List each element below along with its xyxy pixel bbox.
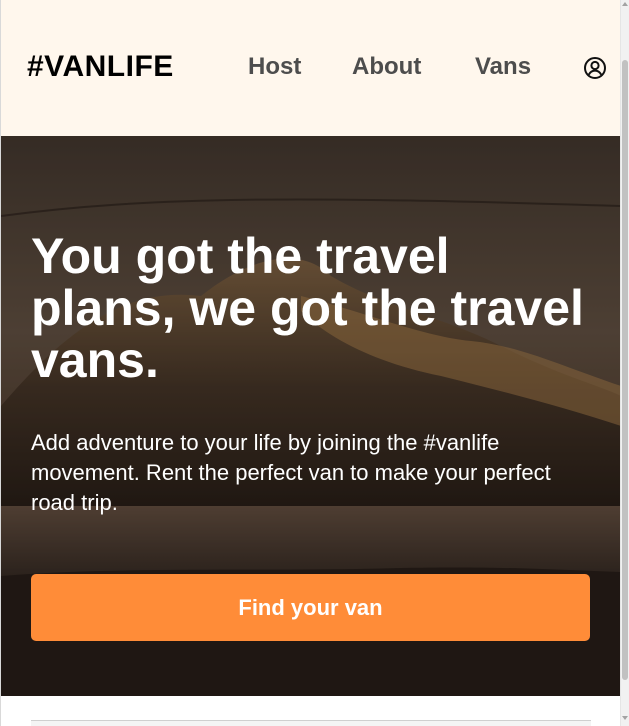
scroll-down-arrow-icon[interactable]	[622, 716, 628, 720]
site-header: #VANLIFE Host About Vans	[1, 0, 620, 136]
divider	[31, 720, 591, 726]
hero-subtitle: Add adventure to your life by joining th…	[31, 430, 551, 515]
vertical-scrollbar[interactable]	[620, 0, 629, 726]
nav-link-host[interactable]: Host	[248, 53, 301, 81]
nav-link-about[interactable]: About	[352, 53, 421, 81]
user-circle-icon[interactable]	[583, 56, 607, 80]
below-fold-strip	[1, 696, 620, 726]
scrollbar-thumb[interactable]	[622, 60, 628, 680]
main-nav: Host About Vans	[1, 53, 620, 85]
browser-viewport: #VANLIFE Host About Vans You got the tra…	[0, 0, 620, 726]
nav-link-vans[interactable]: Vans	[475, 53, 531, 81]
hero-title: You got the travel plans, we got the tra…	[31, 228, 584, 388]
hero-section: You got the travel plans, we got the tra…	[1, 136, 620, 696]
scroll-up-arrow-icon[interactable]	[622, 2, 628, 6]
find-your-van-button[interactable]: Find your van	[31, 574, 590, 641]
